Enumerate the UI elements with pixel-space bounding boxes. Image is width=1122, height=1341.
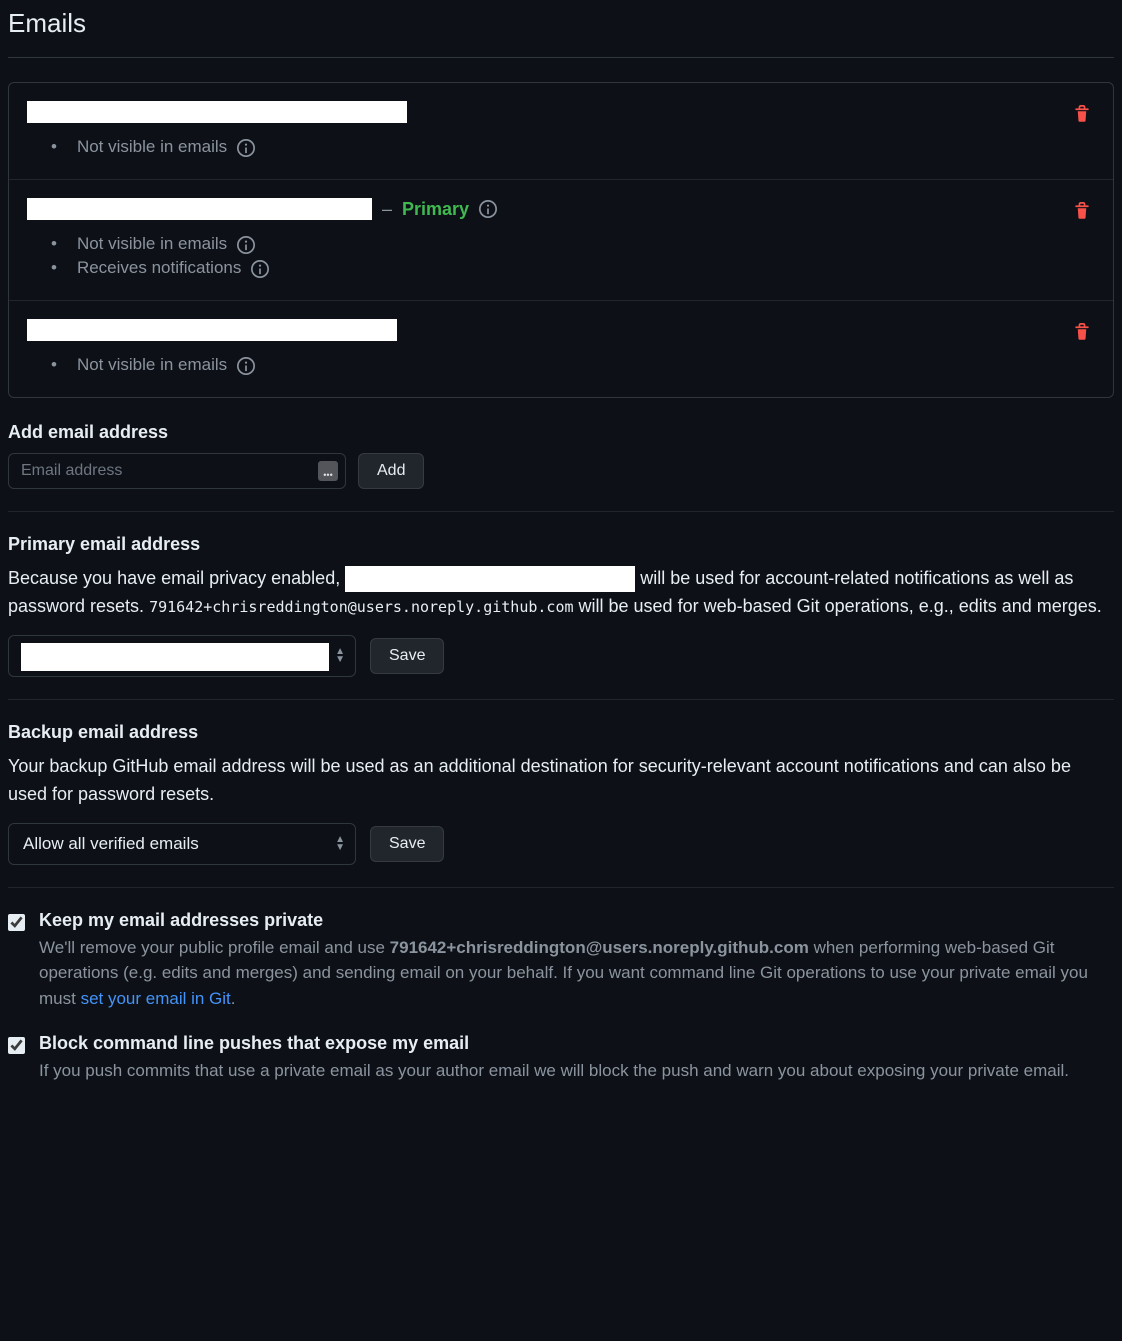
- email-row: Not visible in emails: [9, 83, 1113, 180]
- backup-email-heading: Backup email address: [8, 722, 1114, 743]
- info-icon[interactable]: [237, 355, 255, 375]
- save-backup-button[interactable]: Save: [370, 826, 444, 862]
- set-email-in-git-link[interactable]: set your email in Git: [81, 989, 231, 1008]
- updown-icon: ▲▼: [335, 836, 345, 852]
- primary-email-heading: Primary email address: [8, 534, 1114, 555]
- noreply-email: 791642+chrisreddington@users.noreply.git…: [390, 938, 809, 957]
- divider: [8, 511, 1114, 512]
- keep-private-description: We'll remove your public profile email a…: [39, 935, 1114, 1012]
- keep-private-checkbox[interactable]: [8, 914, 25, 931]
- primary-email-select[interactable]: ▲▼: [8, 635, 356, 677]
- info-icon[interactable]: [479, 200, 497, 218]
- email-note: Not visible in emails: [51, 137, 1095, 157]
- backup-email-select[interactable]: Allow all verified emails ▲▼: [8, 823, 356, 865]
- block-push-checkbox[interactable]: [8, 1037, 25, 1054]
- updown-icon: ▲▼: [335, 648, 345, 664]
- emails-list: Not visible in emails – Primary Not visi…: [8, 82, 1114, 398]
- separator: –: [382, 199, 392, 220]
- delete-email-button[interactable]: [1069, 198, 1095, 227]
- email-address-redacted: [21, 643, 329, 671]
- primary-badge: Primary: [402, 199, 469, 220]
- add-email-input[interactable]: [8, 453, 346, 489]
- backup-email-description: Your backup GitHub email address will be…: [8, 753, 1114, 809]
- email-address-redacted: [27, 198, 372, 220]
- primary-email-description: Because you have email privacy enabled, …: [8, 565, 1114, 621]
- divider: [8, 699, 1114, 700]
- trash-icon: [1073, 111, 1091, 126]
- email-note: Receives notifications: [51, 258, 1095, 278]
- add-email-heading: Add email address: [8, 422, 1114, 443]
- delete-email-button[interactable]: [1069, 101, 1095, 130]
- email-row: Not visible in emails: [9, 301, 1113, 397]
- info-icon[interactable]: [251, 258, 269, 278]
- title-divider: [8, 57, 1114, 58]
- info-icon[interactable]: [237, 234, 255, 254]
- info-icon[interactable]: [237, 137, 255, 157]
- trash-icon: [1073, 329, 1091, 344]
- email-address-redacted: [345, 566, 635, 592]
- password-manager-icon[interactable]: •••: [318, 461, 338, 481]
- email-address-redacted: [27, 101, 407, 123]
- backup-select-value: Allow all verified emails: [23, 834, 199, 854]
- delete-email-button[interactable]: [1069, 319, 1095, 348]
- email-note: Not visible in emails: [51, 234, 1095, 254]
- save-primary-button[interactable]: Save: [370, 638, 444, 674]
- noreply-email: 791642+chrisreddington@users.noreply.git…: [149, 598, 573, 616]
- keep-private-title: Keep my email addresses private: [39, 910, 1114, 931]
- block-push-title: Block command line pushes that expose my…: [39, 1033, 1114, 1054]
- divider: [8, 887, 1114, 888]
- email-row: – Primary Not visible in emails Receives…: [9, 180, 1113, 301]
- email-address-redacted: [27, 319, 397, 341]
- page-title: Emails: [8, 8, 1114, 49]
- email-note: Not visible in emails: [51, 355, 1095, 375]
- add-email-button[interactable]: Add: [358, 453, 424, 489]
- block-push-description: If you push commits that use a private e…: [39, 1058, 1114, 1084]
- trash-icon: [1073, 208, 1091, 223]
